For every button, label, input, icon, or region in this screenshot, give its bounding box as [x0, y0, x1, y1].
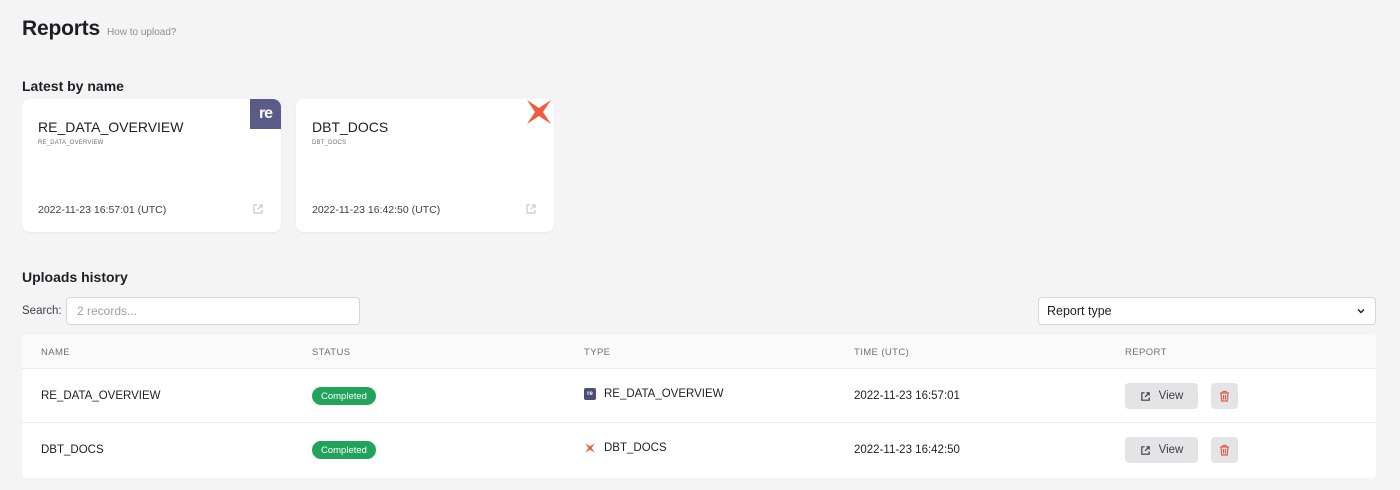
row-type: DBT_DOCS: [584, 442, 667, 454]
report-card-dbt-docs[interactable]: DBT_DOCS DBT_DOCS 2022-11-23 16:42:50 (U…: [296, 99, 554, 232]
uploads-table: NAME STATUS TYPE TIME (UTC) REPORT RE_DA…: [22, 335, 1376, 478]
row-name: RE_DATA_OVERVIEW: [41, 390, 161, 402]
column-header-status: STATUS: [312, 347, 351, 358]
history-section-title: Uploads history: [22, 269, 128, 285]
status-badge: Completed: [312, 387, 376, 405]
table-row: DBT_DOCS Completed DBT_DOCS 2022-11-23 1…: [22, 423, 1376, 477]
column-header-report: REPORT: [1125, 347, 1167, 358]
re-data-logo-icon: re: [250, 99, 281, 129]
status-badge: Completed: [312, 441, 376, 459]
report-card-re-data-overview[interactable]: re RE_DATA_OVERVIEW RE_DATA_OVERVIEW 202…: [22, 99, 281, 232]
latest-section-title: Latest by name: [22, 78, 124, 94]
page-header: Reports How to upload?: [22, 17, 176, 41]
card-subtitle: DBT_DOCS: [312, 140, 347, 146]
card-subtitle: RE_DATA_OVERVIEW: [38, 140, 104, 146]
search-label: Search:: [22, 305, 62, 317]
row-name: DBT_DOCS: [41, 444, 104, 456]
report-type-select-value: Report type: [1047, 304, 1112, 318]
search-input[interactable]: [66, 297, 360, 325]
external-link-icon: [1140, 391, 1150, 401]
external-link-icon: [1140, 445, 1150, 455]
trash-icon: [1220, 390, 1229, 402]
re-data-icon: re: [584, 388, 596, 400]
chevron-down-icon: [1357, 308, 1365, 314]
trash-icon: [1220, 444, 1229, 456]
row-time: 2022-11-23 16:42:50: [854, 444, 960, 456]
card-timestamp: 2022-11-23 16:57:01 (UTC): [38, 204, 167, 216]
view-button[interactable]: View: [1125, 437, 1198, 463]
view-button-label: View: [1158, 390, 1184, 402]
dbt-logo-icon: [527, 100, 551, 124]
how-to-upload-link[interactable]: How to upload?: [107, 27, 177, 38]
delete-button[interactable]: [1211, 383, 1238, 409]
card-title: DBT_DOCS: [312, 119, 389, 135]
column-header-type: TYPE: [584, 347, 611, 358]
external-link-icon[interactable]: [252, 203, 264, 215]
row-type-label: DBT_DOCS: [604, 442, 667, 454]
row-type-label: RE_DATA_OVERVIEW: [604, 388, 724, 400]
column-header-name: NAME: [41, 347, 71, 358]
table-row: RE_DATA_OVERVIEW Completed re RE_DATA_OV…: [22, 369, 1376, 423]
card-title: RE_DATA_OVERVIEW: [38, 119, 184, 135]
view-button[interactable]: View: [1125, 383, 1198, 409]
row-time: 2022-11-23 16:57:01: [854, 390, 960, 402]
delete-button[interactable]: [1211, 437, 1238, 463]
column-header-time: TIME (UTC): [854, 347, 910, 358]
table-header: NAME STATUS TYPE TIME (UTC) REPORT: [22, 335, 1376, 369]
row-type: re RE_DATA_OVERVIEW: [584, 388, 724, 400]
card-timestamp: 2022-11-23 16:42:50 (UTC): [312, 204, 441, 216]
view-button-label: View: [1158, 444, 1184, 456]
page-title: Reports: [22, 17, 100, 40]
external-link-icon[interactable]: [525, 203, 537, 215]
report-type-select[interactable]: Report type: [1038, 297, 1376, 325]
dbt-icon: [585, 443, 595, 453]
